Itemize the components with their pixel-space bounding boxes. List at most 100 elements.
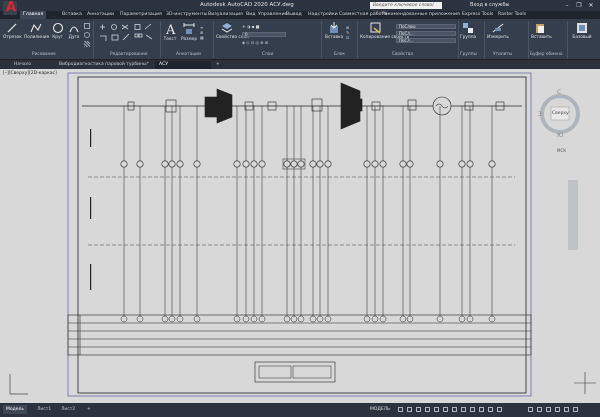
text-button[interactable]: A Текст [163, 22, 177, 42]
settings-icon[interactable] [528, 407, 533, 412]
document-tab-bar: Начало Вибродиагностика паровой турбины*… [0, 60, 600, 69]
match-properties-button[interactable]: Копирование свойств [360, 22, 409, 40]
tab-parametric[interactable]: Параметризация [120, 11, 162, 19]
circle-button[interactable]: Круг [50, 22, 65, 40]
autocad-logo-icon[interactable]: A [3, 0, 17, 15]
lock-icon[interactable] [555, 407, 560, 412]
viewcube-face[interactable]: Сверху [552, 111, 569, 116]
tab-3d-tools[interactable]: 3D-инструменты [166, 11, 207, 19]
tab-express-tools[interactable]: Express Tools [462, 11, 493, 19]
grid-icon[interactable] [398, 407, 403, 412]
viewcube[interactable]: С Ю З Сверху [538, 89, 584, 140]
clean-screen-icon[interactable] [488, 407, 493, 412]
signin-link[interactable]: Вход в службы [470, 2, 509, 8]
tab-annotate[interactable]: Аннотации [87, 11, 114, 19]
tab-layout1[interactable]: Лист1 [34, 405, 54, 414]
osnap-icon[interactable] [434, 407, 439, 412]
arc-button[interactable]: Дуга [67, 22, 81, 40]
add-layout-button[interactable]: + [84, 405, 94, 414]
erase-icon [145, 34, 153, 40]
group-separator [458, 21, 459, 58]
lineweight-icon[interactable] [443, 407, 448, 412]
model-space-label[interactable]: МОДЕЛЬ [370, 407, 390, 412]
navigation-bar[interactable] [568, 180, 578, 250]
quick-props-icon[interactable] [546, 407, 551, 412]
tab-featured-apps[interactable]: Рекомендованные приложения [382, 11, 460, 19]
rectangle-icon[interactable] [84, 23, 90, 29]
minimize-button[interactable]: – [562, 1, 572, 10]
doctab-turbine[interactable]: Вибродиагностика паровой турбины* [55, 61, 153, 69]
modify-tools [98, 23, 158, 49]
group-label-block: Блок [334, 52, 345, 57]
ortho-icon[interactable] [416, 407, 421, 412]
hardware-icon[interactable] [479, 407, 484, 412]
tab-layout2[interactable]: Лист2 [58, 405, 78, 414]
fullscreen-icon[interactable] [564, 407, 569, 412]
doctab-start[interactable]: Начало [10, 61, 35, 69]
line-button[interactable]: Отрезок [3, 22, 22, 40]
workspace-icon[interactable] [461, 407, 466, 412]
hatch-icon[interactable] [84, 41, 90, 47]
instrument-lines [123, 106, 493, 319]
group-label-draw: Рисование [32, 52, 56, 57]
annotation-scale-icon[interactable] [452, 407, 457, 412]
match-properties-icon [370, 22, 381, 34]
cursor-crosshair [574, 372, 596, 394]
group-label: Группа [460, 35, 477, 40]
block-small-tools[interactable]: ⊞ ✎ ⊡ [346, 25, 352, 43]
doctab-asu[interactable]: АСУ [155, 61, 211, 69]
tab-collaborate[interactable]: Совместная работа [339, 11, 387, 19]
sheet-outer-border [67, 72, 532, 397]
menu-icon[interactable] [573, 407, 578, 412]
paste-icon [536, 24, 544, 33]
dimension-icon [183, 23, 195, 34]
polar-icon[interactable] [425, 407, 430, 412]
logo-letter: A [6, 0, 17, 15]
customize-icon[interactable] [497, 407, 502, 412]
layer-state-icons[interactable]: ☀ ◑ ▪ ■ [242, 24, 287, 30]
viewcube-north[interactable]: С [557, 89, 561, 96]
tab-visualize[interactable]: Визуализация [208, 11, 243, 19]
drawing-sheet [9, 72, 596, 397]
tab-manage[interactable]: Управление [258, 11, 287, 19]
layer-properties-button[interactable]: Свойства слоя [216, 22, 249, 40]
polyline-button[interactable]: Полилиния [24, 22, 50, 40]
units-icon[interactable] [537, 407, 542, 412]
new-tab-button[interactable]: + [212, 61, 224, 69]
ucs-label[interactable]: МСК [557, 148, 566, 153]
viewcube-south[interactable]: Ю [557, 132, 563, 139]
color-dropdown[interactable]: ПоСлою [396, 24, 456, 29]
polyline-label: Полилиния [24, 35, 50, 40]
tab-model[interactable]: Модель [3, 405, 28, 414]
group-button[interactable]: Группа [460, 22, 476, 40]
dimension-button[interactable]: Размер [180, 22, 198, 42]
group-separator [357, 21, 358, 58]
group-separator [160, 21, 161, 58]
layer-properties-icon [221, 23, 233, 33]
search-input[interactable]: Введите ключевое слово/фразу [370, 2, 442, 15]
line-label: Отрезок [3, 35, 22, 40]
snap-icon[interactable] [407, 407, 412, 412]
lineweight-dropdown[interactable]: ПоСл... [396, 38, 456, 43]
base-view-icon [577, 23, 587, 33]
tab-insert[interactable]: Вставка [62, 11, 82, 19]
viewcube-west[interactable]: З [538, 111, 542, 118]
tab-raster-tools[interactable]: Raster Tools [498, 11, 526, 19]
layer-tools-row[interactable]: ◈ ◇ ⊡ ◎ ⊕ ⊞ [242, 40, 286, 45]
close-button[interactable]: ✕ [586, 1, 596, 10]
tab-home[interactable]: Главная [20, 11, 47, 19]
isolate-icon[interactable] [470, 407, 475, 412]
insert-block-button[interactable]: Вставка [325, 22, 343, 40]
tab-view[interactable]: Вид [246, 11, 256, 19]
paste-button[interactable]: Вставить [531, 22, 552, 40]
ellipse-icon[interactable] [84, 32, 90, 38]
base-view-button[interactable]: Базовый [570, 22, 594, 40]
layer-dropdown[interactable]: 0 [242, 32, 286, 37]
tab-output[interactable]: Вывод [286, 11, 302, 19]
tab-addins[interactable]: Надстройки [308, 11, 338, 19]
measure-button[interactable]: Измерить [487, 22, 509, 40]
maximize-button[interactable]: ❐ [574, 1, 584, 10]
annotation-small-tools[interactable]: ≡ ⊞ ▦ [200, 25, 207, 45]
layer-dropdown-value: 0 [245, 32, 248, 37]
linetype-dropdown[interactable]: ПоСл... [396, 31, 456, 36]
